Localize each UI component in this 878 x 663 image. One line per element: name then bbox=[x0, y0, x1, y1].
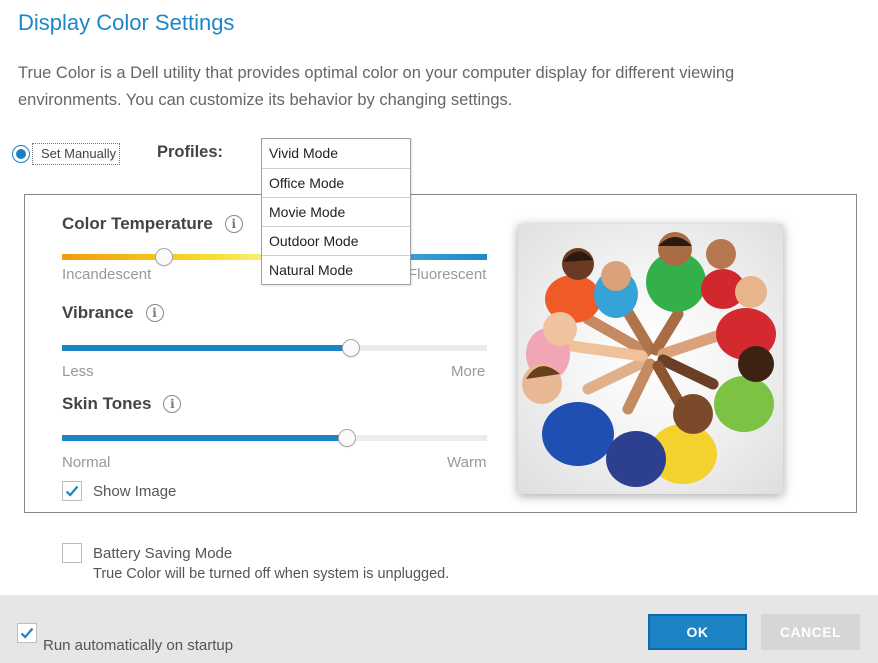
color-temperature-max-label: Fluorescent bbox=[408, 266, 487, 283]
color-temperature-min-label: Incandescent bbox=[62, 266, 152, 283]
profile-option-office[interactable]: Office Mode bbox=[262, 168, 410, 197]
show-image-checkbox[interactable] bbox=[62, 481, 82, 501]
vibrance-fill bbox=[62, 345, 351, 351]
info-icon[interactable]: i bbox=[224, 215, 243, 233]
profile-option-movie[interactable]: Movie Mode bbox=[262, 197, 410, 226]
skin-tones-max-label: Warm bbox=[447, 454, 487, 471]
color-temperature-label: Color Temperature bbox=[62, 214, 213, 233]
checkmark-icon bbox=[65, 485, 79, 497]
radio-selected-dot bbox=[16, 149, 26, 159]
footer-bar: Run automatically on startup OK CANCEL bbox=[0, 595, 878, 663]
info-icon[interactable]: i bbox=[145, 304, 164, 322]
vibrance-label: Vibrance bbox=[62, 303, 134, 322]
color-temperature-thumb[interactable] bbox=[155, 248, 173, 266]
ok-button[interactable]: OK bbox=[648, 614, 747, 650]
vibrance-min-label: Less bbox=[62, 363, 94, 380]
cancel-button[interactable]: CANCEL bbox=[761, 614, 860, 650]
battery-saving-checkbox[interactable] bbox=[62, 543, 82, 563]
skin-tones-fill bbox=[62, 435, 347, 441]
skin-tones-slider[interactable] bbox=[62, 429, 487, 447]
battery-saving-note: True Color will be turned off when syste… bbox=[93, 566, 450, 582]
profiles-label: Profiles: bbox=[157, 143, 224, 161]
checkmark-icon bbox=[20, 627, 34, 639]
skin-tones-thumb[interactable] bbox=[337, 429, 356, 447]
set-manually-radio[interactable]: Set Manually bbox=[12, 141, 121, 167]
skin-tones-label: Skin Tones bbox=[62, 394, 152, 413]
profiles-dropdown[interactable]: Vivid Mode Office Mode Movie Mode Outdoo… bbox=[261, 138, 411, 285]
set-manually-label[interactable]: Set Manually bbox=[32, 143, 121, 165]
children-photo-illustration bbox=[522, 232, 776, 487]
page-description: True Color is a Dell utility that provid… bbox=[18, 64, 735, 109]
color-temperature-heading: Color Temperature i bbox=[62, 214, 243, 234]
vibrance-thumb[interactable] bbox=[342, 339, 360, 357]
startup-checkbox[interactable] bbox=[17, 623, 37, 643]
show-image-label: Show Image bbox=[93, 483, 177, 500]
info-icon[interactable]: i bbox=[163, 395, 182, 413]
vibrance-slider[interactable] bbox=[62, 339, 487, 357]
skin-tones-heading: Skin Tones i bbox=[62, 394, 182, 414]
profile-option-natural[interactable]: Natural Mode bbox=[262, 255, 410, 284]
page-title: Display Color Settings bbox=[18, 10, 235, 35]
profile-option-outdoor[interactable]: Outdoor Mode bbox=[262, 226, 410, 255]
skin-tones-min-label: Normal bbox=[62, 454, 111, 471]
profile-option-vivid[interactable]: Vivid Mode bbox=[262, 139, 410, 168]
preview-image bbox=[518, 224, 783, 494]
battery-saving-label: Battery Saving Mode bbox=[93, 545, 233, 562]
vibrance-max-label: More bbox=[451, 363, 486, 380]
vibrance-heading: Vibrance i bbox=[62, 303, 164, 323]
radio-button[interactable] bbox=[12, 145, 30, 163]
startup-label: Run automatically on startup bbox=[43, 637, 234, 654]
